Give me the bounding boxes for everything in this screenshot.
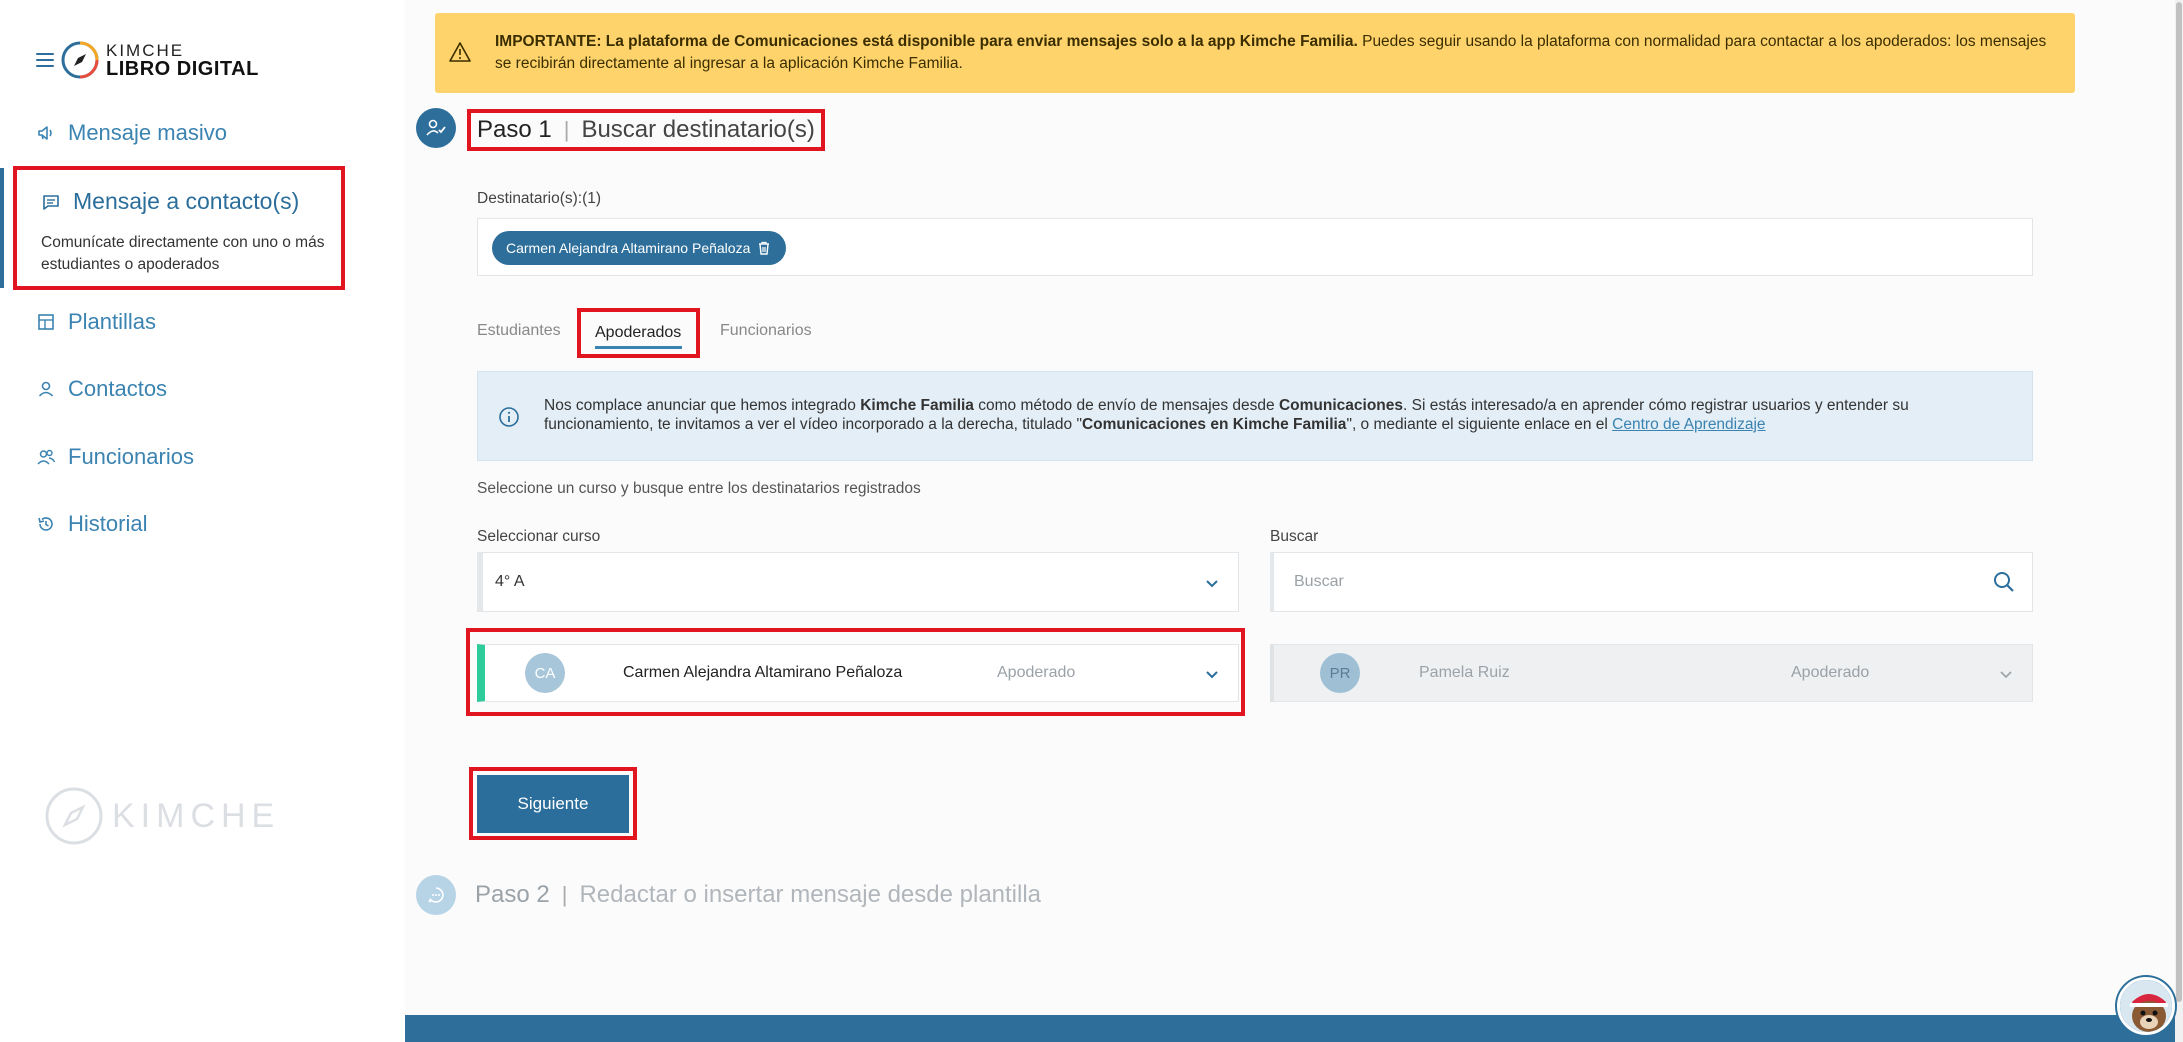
scrollbar[interactable] — [2175, 0, 2183, 1042]
course-select-value: 4° A — [495, 573, 525, 590]
search-label: Buscar — [1270, 528, 1319, 545]
info-icon — [499, 407, 519, 427]
contact-name: Pamela Ruiz — [1419, 664, 1510, 681]
info-text: como método de envío de mensajes desde — [973, 397, 1279, 414]
sidebar-item-label: Contactos — [68, 376, 168, 401]
tab-estudiantes[interactable]: Estudiantes — [477, 322, 561, 340]
contact-role: Apoderado — [997, 664, 1076, 681]
step2-icon — [416, 875, 456, 915]
info-text: Nos complace anunciar que hemos integrad… — [544, 397, 861, 414]
recipient-type-tabs: Estudiantes Apoderados Funcionarios — [477, 308, 877, 358]
recipient-chip[interactable]: Carmen Alejandra Altamirano Peñaloza — [492, 231, 787, 265]
watermark-text: KIMCHE — [112, 796, 281, 835]
tab-active-underline — [595, 346, 682, 349]
sidebar-item-label: Mensaje a contacto(s) — [73, 188, 300, 214]
tab-apoderados-highlight: Apoderados — [577, 308, 700, 358]
avatar: PR — [1320, 653, 1360, 693]
search-icon[interactable] — [1992, 570, 2016, 594]
megaphone-icon — [38, 126, 52, 140]
sidebar-item-label: Mensaje masivo — [68, 120, 227, 145]
chat-assistant-avatar[interactable] — [2117, 977, 2175, 1035]
select-hint: Seleccione un curso y busque entre los d… — [477, 480, 921, 497]
people-icon — [37, 449, 56, 465]
info-bold: Comunicaciones en Kimche Familia — [1081, 416, 1347, 433]
learning-center-link[interactable]: Centro de Aprendizaje — [1612, 416, 1765, 433]
alert-strong-text: IMPORTANTE: La plataforma de Comunicacio… — [495, 33, 1358, 50]
sidebar-item-funcionarios[interactable]: Funcionarios — [36, 444, 194, 470]
tab-apoderados[interactable]: Apoderados — [595, 324, 681, 342]
warning-icon — [449, 42, 471, 62]
important-alert: IMPORTANTE: La plataforma de Comunicacio… — [435, 13, 2075, 93]
course-select[interactable]: 4° A — [477, 552, 1239, 612]
person-icon — [38, 381, 54, 397]
contact-card-selected[interactable]: CA Carmen Alejandra Altamirano Peñaloza … — [477, 644, 1239, 702]
contact-card[interactable]: PR Pamela Ruiz Apoderado — [1270, 644, 2033, 702]
next-button[interactable]: Siguiente — [477, 775, 629, 833]
active-indicator — [0, 168, 4, 288]
footer-bar — [405, 1015, 2183, 1042]
trash-icon[interactable] — [756, 240, 772, 256]
sidebar-item-label: Historial — [68, 511, 148, 536]
step1-title: Paso 1 | Buscar destinatario(s) — [467, 109, 825, 151]
sidebar-item-description: Comunícate directamente con uno o más es… — [41, 234, 325, 273]
brand-watermark: KIMCHE — [44, 786, 280, 846]
contact-role: Apoderado — [1791, 664, 1870, 681]
sidebar-item-historial[interactable]: Historial — [36, 511, 147, 537]
template-icon — [38, 314, 54, 330]
logo-bottom-text: LIBRO DIGITAL — [106, 57, 259, 80]
contact-name: Carmen Alejandra Altamirano Peñaloza — [623, 664, 903, 681]
step2-title: Paso 2 | Redactar o insertar mensaje des… — [475, 881, 1042, 908]
tab-funcionarios[interactable]: Funcionarios — [720, 322, 812, 340]
step1-number: Paso 1 — [477, 116, 552, 143]
main-content: IMPORTANTE: La plataforma de Comunicacio… — [405, 0, 2175, 1042]
recipient-chip-label: Carmen Alejandra Altamirano Peñaloza — [506, 240, 751, 256]
info-text: ", o mediante el siguiente enlace en el — [1346, 416, 1613, 433]
recipients-box: Carmen Alejandra Altamirano Peñaloza — [477, 218, 2033, 276]
chevron-down-icon — [1206, 580, 1218, 588]
compass-icon — [61, 41, 99, 79]
logo[interactable]: KIMCHE LIBRO DIGITAL — [36, 40, 259, 80]
sidebar-item-mensaje-contacto[interactable]: Mensaje a contacto(s) Comunícate directa… — [13, 166, 345, 290]
avatar: CA — [525, 653, 565, 693]
course-label: Seleccionar curso — [477, 528, 601, 545]
chevron-down-icon[interactable] — [1998, 666, 2014, 682]
sidebar-item-label: Plantillas — [68, 309, 157, 334]
message-icon — [43, 194, 59, 210]
search-field[interactable] — [1270, 552, 2033, 612]
info-bold: Comunicaciones — [1278, 397, 1403, 414]
sidebar-item-label: Funcionarios — [68, 444, 194, 469]
recipients-label: Destinatario(s):(1) — [477, 190, 602, 207]
sidebar-item-mensaje-masivo[interactable]: Mensaje masivo — [36, 120, 227, 146]
history-icon — [38, 517, 53, 531]
step1-subtitle: Buscar destinatario(s) — [581, 116, 815, 143]
sidebar-item-contactos[interactable]: Contactos — [36, 376, 167, 402]
scrollbar-thumb[interactable] — [2176, 2, 2182, 1002]
sidebar-item-plantillas[interactable]: Plantillas — [36, 309, 156, 335]
sidebar: KIMCHE LIBRO DIGITAL Mensaje masivo Mens… — [0, 0, 405, 1042]
info-notice: Nos complace anunciar que hemos integrad… — [477, 371, 2033, 461]
menu-icon[interactable] — [36, 53, 54, 67]
chevron-down-icon[interactable] — [1204, 666, 1220, 682]
info-bold: Kimche Familia — [860, 397, 974, 414]
step2-subtitle: Redactar o insertar mensaje desde planti… — [579, 881, 1042, 908]
compass-icon — [45, 787, 103, 845]
search-input[interactable] — [1274, 553, 1954, 611]
logo-top-text: KIMCHE — [106, 40, 185, 60]
step1-icon — [416, 108, 456, 148]
step2-number: Paso 2 — [475, 881, 550, 908]
